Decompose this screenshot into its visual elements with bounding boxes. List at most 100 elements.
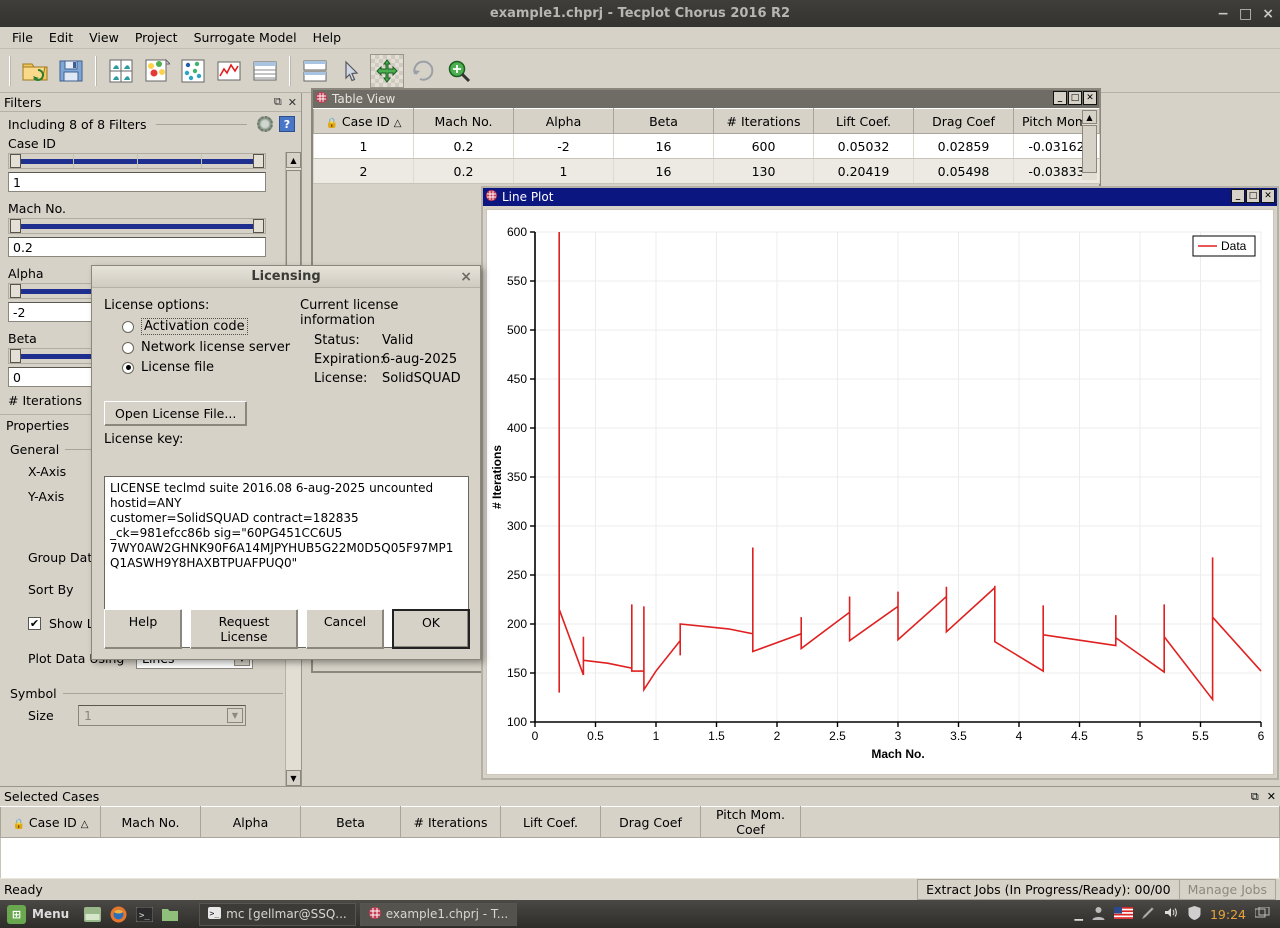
pan-icon[interactable] [370, 53, 404, 88]
radio-network-license-server[interactable] [122, 341, 134, 354]
undock-icon[interactable]: ⧉ [1251, 790, 1259, 804]
menu-item-file[interactable]: File [4, 27, 41, 48]
menu-item-view[interactable]: View [81, 27, 127, 48]
slider-knob-min[interactable] [10, 349, 21, 363]
slider-knob-min[interactable] [10, 219, 21, 233]
keyboard-icon[interactable]: ▁ [1075, 908, 1083, 921]
sc-column-header-iterations[interactable]: # Iterations [400, 806, 501, 838]
shield-icon[interactable] [1188, 905, 1201, 923]
show-legend-checkbox[interactable]: ✔ [28, 617, 41, 630]
files-icon[interactable] [159, 904, 181, 924]
taskbar-item-chorus[interactable]: example1.chprj - T... [359, 902, 518, 926]
slider-knob-max[interactable] [253, 154, 264, 168]
line-plot-minimize[interactable]: _ [1231, 189, 1245, 203]
open-license-file-button[interactable]: Open License File... [104, 401, 248, 426]
radio-row-license-file[interactable]: License file [122, 360, 294, 375]
scatter-plot-icon[interactable] [176, 54, 210, 88]
gear-icon[interactable] [257, 116, 273, 132]
menu-item-help[interactable]: Help [305, 27, 350, 48]
radio-activation-code[interactable] [122, 320, 134, 333]
column-header-beta[interactable]: Beta [613, 108, 714, 134]
taskbar-clock[interactable]: 19:24 [1210, 907, 1246, 922]
flag-us-icon[interactable] [1113, 906, 1133, 922]
sc-column-header-lift-coef[interactable]: Lift Coef. [500, 806, 601, 838]
maximize-button[interactable]: □ [1239, 6, 1252, 22]
pencil-icon[interactable] [1141, 906, 1155, 922]
close-icon[interactable]: ✕ [288, 96, 297, 109]
start-menu-button[interactable]: ⊞ Menu [4, 903, 77, 926]
request-license-button[interactable]: Request License [190, 609, 298, 649]
close-button[interactable]: × [1262, 6, 1274, 22]
sc-column-header-beta[interactable]: Beta [300, 806, 401, 838]
cancel-button[interactable]: Cancel [306, 609, 384, 649]
filter-value-case-id[interactable]: 1 [8, 172, 266, 192]
slider-knob-max[interactable] [253, 219, 264, 233]
help-button[interactable]: Help [104, 609, 182, 649]
volume-icon[interactable] [1164, 906, 1179, 922]
table-row[interactable]: 1 0.2 -2 16 600 0.05032 0.02859 -0.03162 [313, 133, 1100, 159]
close-icon[interactable]: ✕ [1267, 790, 1276, 804]
column-header-drag-coef[interactable]: Drag Coef [913, 108, 1014, 134]
sc-column-header-drag-coef[interactable]: Drag Coef [600, 806, 701, 838]
table-view-minimize[interactable]: _ [1053, 91, 1067, 105]
save-icon[interactable] [54, 54, 88, 88]
console-icon[interactable]: >_ [133, 904, 155, 924]
rotate-icon[interactable] [406, 54, 440, 88]
column-header-iterations[interactable]: # Iterations [713, 108, 814, 134]
slider-knob-min[interactable] [10, 154, 21, 168]
minimize-button[interactable]: − [1217, 6, 1229, 22]
undock-icon[interactable]: ⧉ [274, 95, 282, 109]
table-row[interactable]: 2 0.2 1 16 130 0.20419 0.05498 -0.03833 [313, 158, 1100, 184]
select-arrow-icon[interactable] [334, 54, 368, 88]
terminal-icon[interactable] [81, 904, 103, 924]
size-combo[interactable]: 1 ▼ [78, 705, 246, 726]
table-view-vscrollbar[interactable]: ▲ [1082, 110, 1097, 180]
menu-item-edit[interactable]: Edit [41, 27, 81, 48]
column-header-lift-coef[interactable]: Lift Coef. [813, 108, 914, 134]
table-grid-icon [316, 92, 327, 106]
column-header-mach-no[interactable]: Mach No. [413, 108, 514, 134]
user-icon[interactable] [1092, 906, 1105, 923]
line-plot-maximize[interactable]: □ [1246, 189, 1260, 203]
selected-cases-body[interactable] [0, 838, 1280, 880]
close-icon[interactable]: × [460, 269, 472, 285]
taskbar-item-mc[interactable]: >_ mc [gellmar@SSQ... [199, 902, 356, 926]
table-view-icon[interactable] [248, 54, 282, 88]
firefox-icon[interactable] [107, 904, 129, 924]
vscroll-up-button[interactable]: ▲ [1082, 110, 1097, 124]
open-project-icon[interactable] [18, 54, 52, 88]
menu-item-surrogate-model[interactable]: Surrogate Model [186, 27, 305, 48]
slider-knob-min[interactable] [10, 284, 21, 298]
scroll-up-button[interactable]: ▲ [286, 152, 301, 168]
chevron-down-icon[interactable]: ▼ [227, 708, 243, 723]
radio-row-activation-code[interactable]: Activation code [122, 318, 294, 335]
sc-column-header-case-id[interactable]: 🔒 Case ID △ [0, 806, 101, 838]
scatter-matrix-icon[interactable] [140, 54, 174, 88]
scroll-down-button[interactable]: ▼ [286, 770, 301, 786]
column-header-case-id[interactable]: 🔒 Case ID △ [313, 108, 414, 134]
line-plot-icon[interactable] [212, 54, 246, 88]
line-plot-canvas[interactable]: 100 150 200 250 300 350 400 450 500 550 600 0 0.5 1 1.… [486, 209, 1274, 775]
layout-icon[interactable] [298, 54, 332, 88]
table-view-maximize[interactable]: □ [1068, 91, 1082, 105]
menu-item-project[interactable]: Project [127, 27, 186, 48]
sc-column-header-pitch-mom-coef[interactable]: Pitch Mom. Coef [700, 806, 801, 838]
zoom-icon[interactable] [442, 54, 476, 88]
line-plot-close[interactable]: ✕ [1261, 189, 1275, 203]
sc-column-header-mach-no[interactable]: Mach No. [100, 806, 201, 838]
matrix-view-icon[interactable] [104, 54, 138, 88]
workspace-switcher-icon[interactable] [1254, 906, 1270, 922]
radio-row-network-license-server[interactable]: Network license server [122, 340, 294, 355]
radio-license-file[interactable] [122, 361, 134, 374]
manage-jobs-button[interactable]: Manage Jobs [1178, 880, 1275, 899]
table-view-close[interactable]: ✕ [1083, 91, 1097, 105]
vscroll-thumb[interactable] [1082, 125, 1097, 173]
help-icon[interactable]: ? [279, 116, 295, 132]
ok-button[interactable]: OK [392, 609, 470, 649]
filter-slider-case-id[interactable] [8, 153, 266, 169]
system-tray: ▁ 19:24 [1075, 905, 1277, 923]
sc-column-header-alpha[interactable]: Alpha [200, 806, 301, 838]
filter-slider-mach-no[interactable] [8, 218, 266, 234]
column-header-alpha[interactable]: Alpha [513, 108, 614, 134]
filter-value-mach-no[interactable]: 0.2 [8, 237, 266, 257]
